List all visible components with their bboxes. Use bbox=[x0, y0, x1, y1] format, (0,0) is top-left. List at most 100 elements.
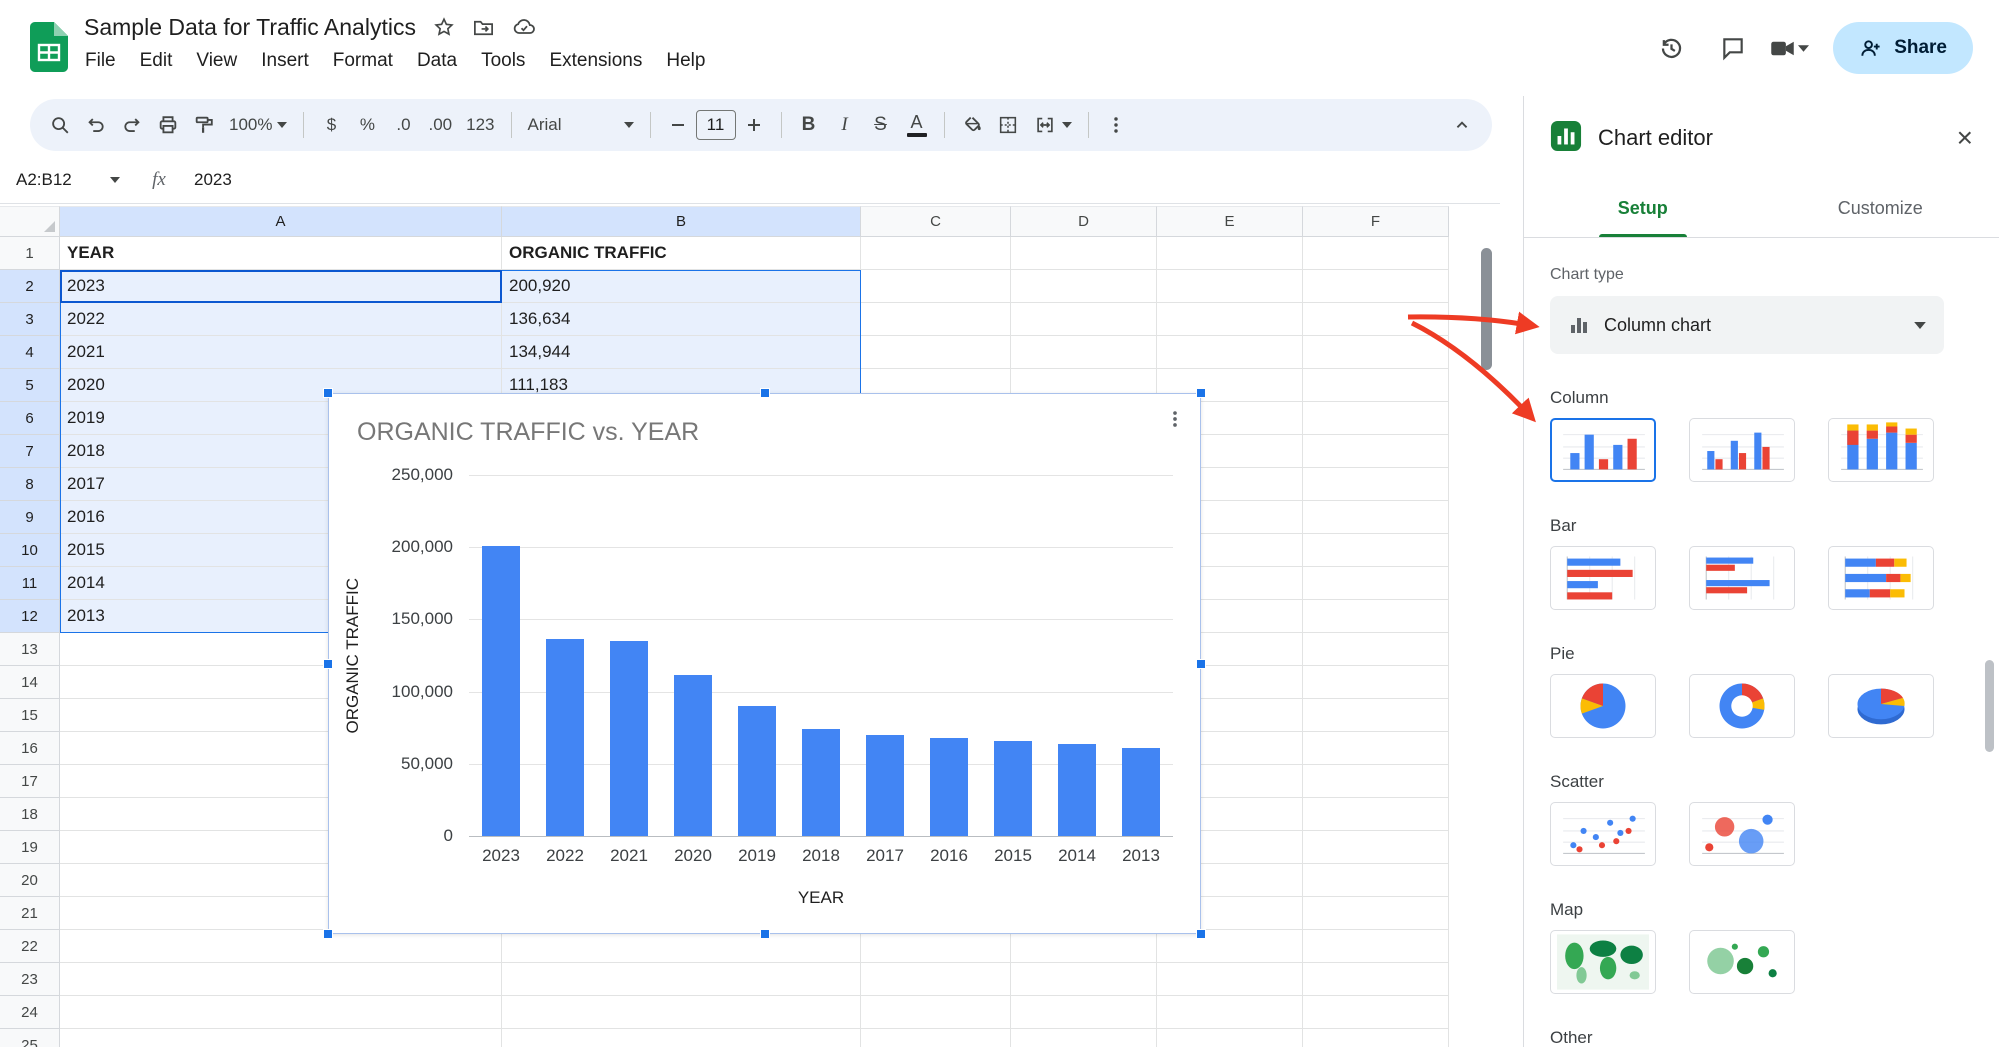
cell-F8[interactable] bbox=[1303, 468, 1449, 501]
cell-D22[interactable] bbox=[1011, 930, 1157, 963]
row-header-14[interactable]: 14 bbox=[0, 666, 60, 699]
tab-setup[interactable]: Setup bbox=[1524, 180, 1762, 237]
cell-C3[interactable] bbox=[861, 303, 1011, 336]
cell-F23[interactable] bbox=[1303, 963, 1449, 996]
chart-thumbnail-column-stacked[interactable] bbox=[1828, 418, 1934, 482]
cell-F9[interactable] bbox=[1303, 501, 1449, 534]
menu-data[interactable]: Data bbox=[405, 46, 469, 76]
menu-file[interactable]: File bbox=[73, 46, 128, 76]
cell-F4[interactable] bbox=[1303, 336, 1449, 369]
row-header-12[interactable]: 12 bbox=[0, 600, 60, 633]
chart-thumbnail-pie3d[interactable] bbox=[1828, 674, 1934, 738]
format-currency-button[interactable]: $ bbox=[313, 106, 349, 144]
cell-B22[interactable] bbox=[502, 930, 861, 963]
version-history-icon[interactable] bbox=[1645, 22, 1697, 74]
row-header-25[interactable]: 25 bbox=[0, 1029, 60, 1047]
resize-handle-top-right[interactable] bbox=[1196, 388, 1206, 398]
scrollbar-thumb[interactable] bbox=[1481, 248, 1492, 370]
cell-F25[interactable] bbox=[1303, 1029, 1449, 1047]
cell-C25[interactable] bbox=[861, 1029, 1011, 1047]
cell-F7[interactable] bbox=[1303, 435, 1449, 468]
row-header-22[interactable]: 22 bbox=[0, 930, 60, 963]
formula-input[interactable]: 2023 bbox=[186, 170, 232, 190]
collapse-toolbar-icon[interactable] bbox=[1444, 106, 1480, 144]
cell-F12[interactable] bbox=[1303, 600, 1449, 633]
cell-D1[interactable] bbox=[1011, 237, 1157, 270]
resize-handle-top-middle[interactable] bbox=[760, 388, 770, 398]
document-title[interactable]: Sample Data for Traffic Analytics bbox=[84, 14, 416, 41]
column-header-F[interactable]: F bbox=[1303, 206, 1449, 237]
menu-view[interactable]: View bbox=[184, 46, 249, 76]
strikethrough-button[interactable]: S bbox=[863, 106, 899, 144]
borders-button[interactable] bbox=[990, 106, 1026, 144]
chart-thumbnail-donut[interactable] bbox=[1689, 674, 1795, 738]
cell-F18[interactable] bbox=[1303, 798, 1449, 831]
select-all-corner[interactable] bbox=[0, 206, 60, 237]
menu-insert[interactable]: Insert bbox=[249, 46, 321, 76]
decrease-decimal-button[interactable]: .0 bbox=[385, 106, 421, 144]
increase-decimal-button[interactable]: .00 bbox=[421, 106, 459, 144]
cell-F24[interactable] bbox=[1303, 996, 1449, 1029]
cell-B24[interactable] bbox=[502, 996, 861, 1029]
row-header-15[interactable]: 15 bbox=[0, 699, 60, 732]
column-header-A[interactable]: A bbox=[60, 206, 502, 237]
row-header-23[interactable]: 23 bbox=[0, 963, 60, 996]
star-icon[interactable] bbox=[432, 15, 456, 39]
row-header-11[interactable]: 11 bbox=[0, 567, 60, 600]
resize-handle-bottom-middle[interactable] bbox=[760, 929, 770, 939]
cell-D4[interactable] bbox=[1011, 336, 1157, 369]
cell-E22[interactable] bbox=[1157, 930, 1303, 963]
cell-D24[interactable] bbox=[1011, 996, 1157, 1029]
print-button[interactable] bbox=[150, 106, 186, 144]
column-header-C[interactable]: C bbox=[861, 206, 1011, 237]
column-header-B[interactable]: B bbox=[502, 206, 861, 237]
cell-B23[interactable] bbox=[502, 963, 861, 996]
chart-thumbnail-scatter[interactable] bbox=[1550, 802, 1656, 866]
cell-F20[interactable] bbox=[1303, 864, 1449, 897]
chart-thumbnail-map-geo[interactable] bbox=[1550, 930, 1656, 994]
row-header-24[interactable]: 24 bbox=[0, 996, 60, 1029]
cell-B3[interactable]: 136,634 bbox=[502, 303, 861, 336]
cell-E2[interactable] bbox=[1157, 270, 1303, 303]
cell-F1[interactable] bbox=[1303, 237, 1449, 270]
chart-thumbnail-bar-simple[interactable] bbox=[1550, 546, 1656, 610]
cell-A24[interactable] bbox=[60, 996, 502, 1029]
chart-thumbnail-map-bubble[interactable] bbox=[1689, 930, 1795, 994]
italic-button[interactable]: I bbox=[827, 106, 863, 144]
cell-D3[interactable] bbox=[1011, 303, 1157, 336]
cell-E3[interactable] bbox=[1157, 303, 1303, 336]
merge-cells-button[interactable] bbox=[1026, 106, 1079, 144]
sheets-logo-icon[interactable] bbox=[30, 22, 68, 77]
cell-F2[interactable] bbox=[1303, 270, 1449, 303]
cell-F17[interactable] bbox=[1303, 765, 1449, 798]
cell-F21[interactable] bbox=[1303, 897, 1449, 930]
paint-format-button[interactable] bbox=[186, 106, 222, 144]
column-header-D[interactable]: D bbox=[1011, 206, 1157, 237]
resize-handle-middle-left[interactable] bbox=[323, 659, 333, 669]
resize-handle-top-left[interactable] bbox=[323, 388, 333, 398]
cell-F16[interactable] bbox=[1303, 732, 1449, 765]
share-button[interactable]: Share bbox=[1833, 22, 1973, 74]
row-header-18[interactable]: 18 bbox=[0, 798, 60, 831]
row-header-3[interactable]: 3 bbox=[0, 303, 60, 336]
row-header-1[interactable]: 1 bbox=[0, 237, 60, 270]
cell-C4[interactable] bbox=[861, 336, 1011, 369]
row-header-13[interactable]: 13 bbox=[0, 633, 60, 666]
chart-thumbnail-column-simple[interactable] bbox=[1550, 418, 1656, 482]
cell-F19[interactable] bbox=[1303, 831, 1449, 864]
cell-D2[interactable] bbox=[1011, 270, 1157, 303]
cell-F11[interactable] bbox=[1303, 567, 1449, 600]
row-header-16[interactable]: 16 bbox=[0, 732, 60, 765]
chart-thumbnail-bar-stacked[interactable] bbox=[1828, 546, 1934, 610]
cell-B1[interactable]: ORGANIC TRAFFIC bbox=[502, 237, 861, 270]
cell-F14[interactable] bbox=[1303, 666, 1449, 699]
increase-font-size-button[interactable] bbox=[736, 106, 772, 144]
menu-format[interactable]: Format bbox=[321, 46, 405, 76]
chart-thumbnail-column-grouped[interactable] bbox=[1689, 418, 1795, 482]
cell-E24[interactable] bbox=[1157, 996, 1303, 1029]
menu-tools[interactable]: Tools bbox=[469, 46, 537, 76]
resize-handle-middle-right[interactable] bbox=[1196, 659, 1206, 669]
embedded-chart[interactable]: ORGANIC TRAFFIC vs. YEAR 250,000200,0001… bbox=[328, 393, 1201, 934]
zoom-select[interactable]: 100% bbox=[222, 106, 294, 144]
cell-E25[interactable] bbox=[1157, 1029, 1303, 1047]
